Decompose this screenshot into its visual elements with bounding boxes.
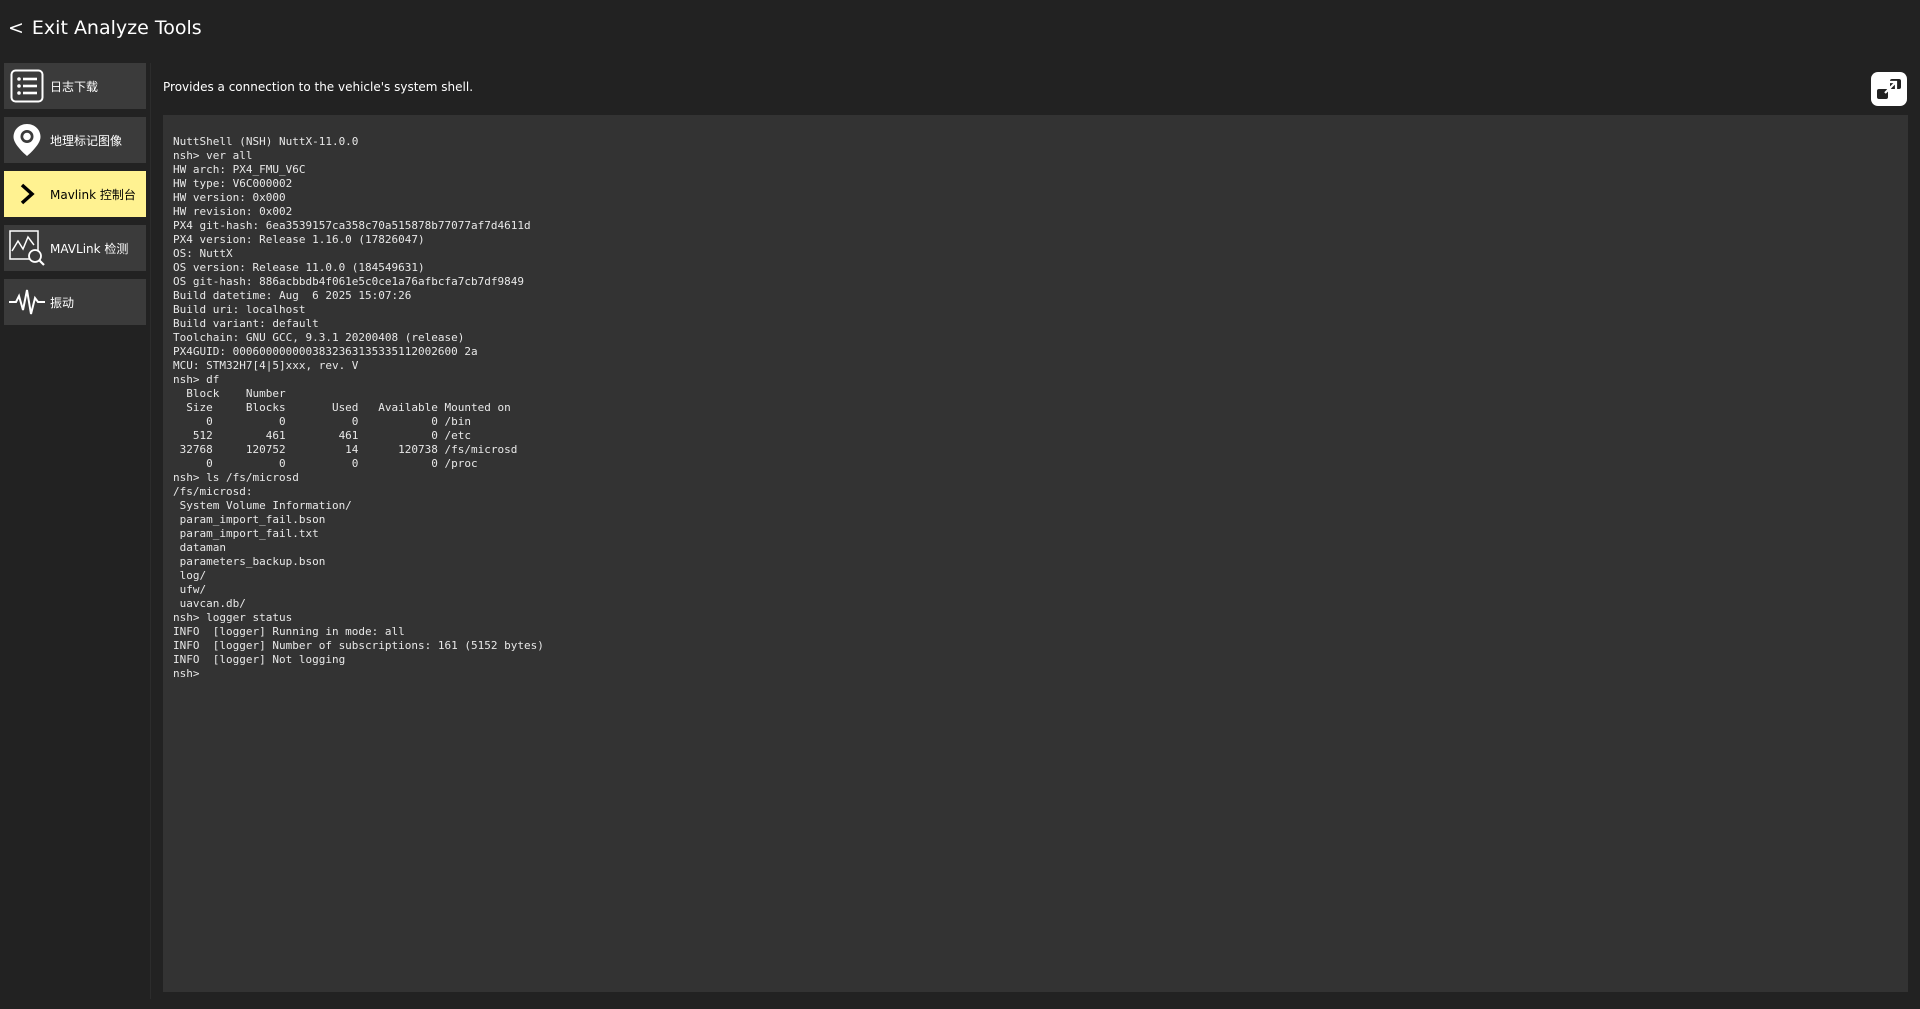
mavlink-console-output[interactable]: NuttShell (NSH) NuttX-11.0.0 nsh> ver al…: [163, 115, 1908, 992]
back-chevron-icon: <: [8, 16, 24, 39]
header: < Exit Analyze Tools: [0, 0, 202, 55]
sidebar-item-label: 日志下载: [50, 79, 99, 94]
sidebar: 日志下载 地理标记图像 Mavlink 控制台 MAVLink 检测 振动: [0, 63, 151, 999]
console-description: Provides a connection to the vehicle's s…: [163, 80, 474, 94]
sidebar-item-label: Mavlink 控制台: [50, 187, 136, 202]
back-label: Exit Analyze Tools: [31, 16, 202, 39]
sidebar-item-label: 振动: [50, 295, 75, 310]
analyze-tools-window: < Exit Analyze Tools 日志下载 地理标记图像 Mavlink…: [0, 0, 1920, 1009]
exit-analyze-tools-button[interactable]: < Exit Analyze Tools: [0, 17, 202, 39]
sidebar-item-log-download[interactable]: 日志下载: [4, 63, 146, 109]
chart-inspect-icon: [4, 225, 50, 271]
popout-window-button[interactable]: [1871, 72, 1907, 106]
sidebar-item-vibration[interactable]: 振动: [4, 279, 146, 325]
console-text: NuttShell (NSH) NuttX-11.0.0 nsh> ver al…: [173, 135, 544, 680]
waveform-icon: [4, 279, 50, 325]
list-icon: [4, 63, 50, 109]
map-pin-icon: [4, 117, 50, 163]
popout-icon: [1877, 79, 1901, 99]
sidebar-item-mavlink-console[interactable]: Mavlink 控制台: [4, 171, 146, 217]
sidebar-item-geotag-images[interactable]: 地理标记图像: [4, 117, 146, 163]
chevron-right-icon: [4, 171, 50, 217]
sidebar-item-mavlink-inspector[interactable]: MAVLink 检测: [4, 225, 146, 271]
sidebar-item-label: MAVLink 检测: [50, 241, 129, 256]
sidebar-item-label: 地理标记图像: [50, 133, 123, 148]
